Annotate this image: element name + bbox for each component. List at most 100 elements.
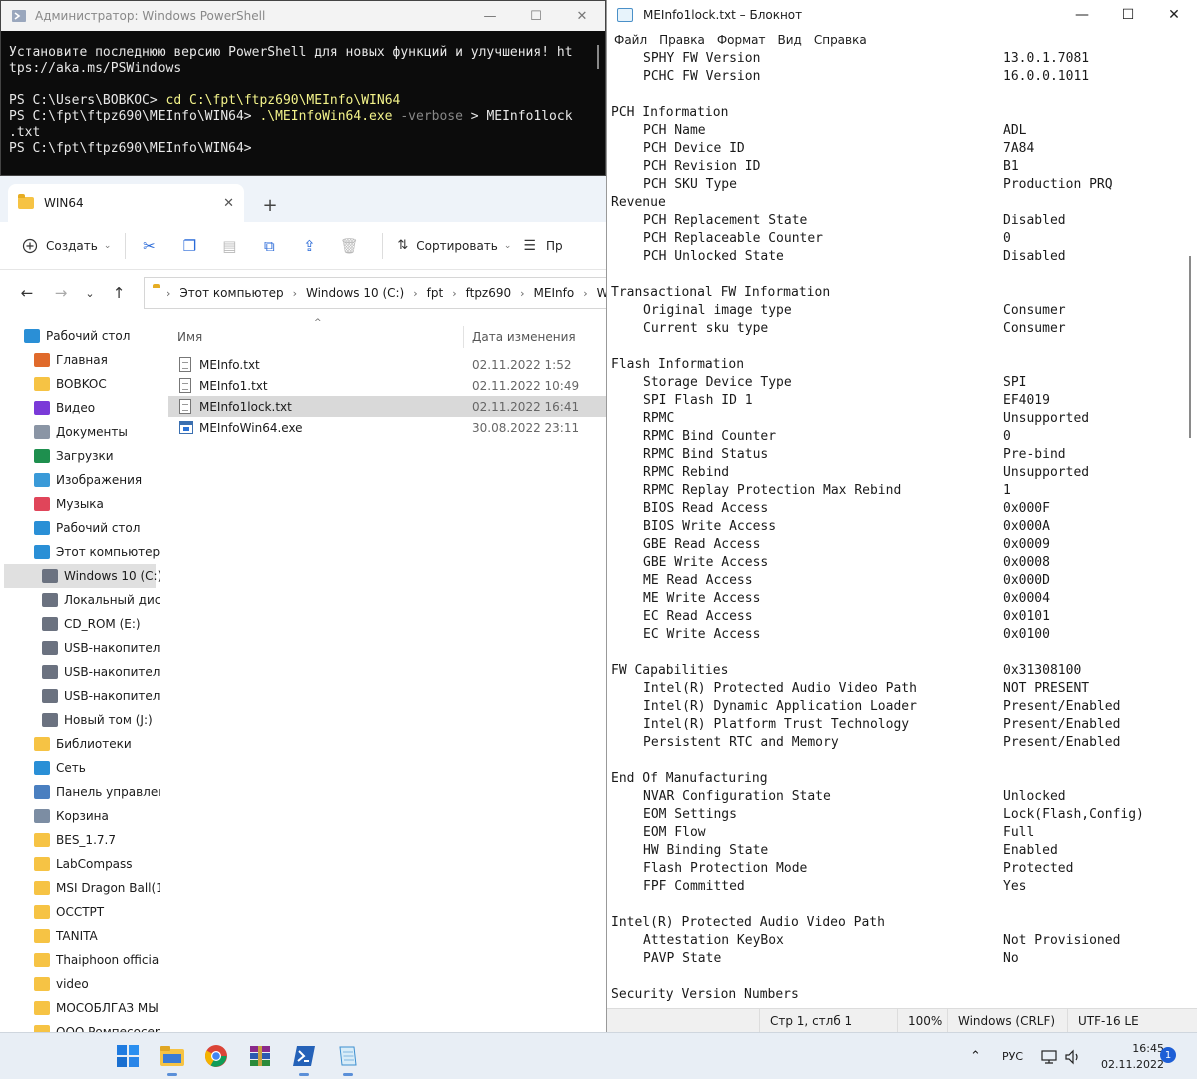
sidebar-item[interactable]: Главная	[0, 348, 160, 372]
maximize-button[interactable]: ☐	[513, 1, 559, 31]
notepad-titlebar[interactable]: MEInfo1lock.txt – Блокнот — ☐ ✕	[607, 0, 1197, 30]
sidebar-item[interactable]: ООО Ромпесосер	[0, 1020, 160, 1032]
sidebar-item[interactable]: Музыка	[0, 492, 160, 516]
sidebar-item[interactable]: TANITA	[0, 924, 160, 948]
minimize-button[interactable]: —	[1059, 0, 1105, 30]
tab-win64[interactable]: WIN64 ✕	[8, 184, 244, 222]
powershell-window[interactable]: Администратор: Windows PowerShell — ☐ ✕ …	[0, 0, 606, 176]
close-tab-icon[interactable]: ✕	[223, 196, 234, 211]
forward-button[interactable]: →	[44, 278, 78, 308]
sidebar-item[interactable]: Новый том (J:)	[0, 708, 160, 732]
recent-locations-button[interactable]: ⌄	[78, 278, 102, 308]
breadcrumb-item[interactable]: MEInfo	[534, 286, 575, 300]
tray-chevron-icon[interactable]: ⌃	[970, 1033, 981, 1079]
maximize-button[interactable]: ☐	[1105, 0, 1151, 30]
sidebar-item[interactable]: Thaiphoon official	[0, 948, 160, 972]
menu-edit[interactable]: Правка	[653, 33, 711, 47]
sidebar-item[interactable]: MSI Dragon Ball(1.(	[0, 876, 160, 900]
sidebar-item[interactable]: Локальный диск	[0, 588, 160, 612]
folder-icon	[34, 833, 50, 847]
sidebar-item[interactable]: BOBKOC	[0, 372, 160, 396]
sidebar-item[interactable]: Windows 10 (C:)	[4, 564, 160, 588]
file-row[interactable]: MEInfo1.txt 02.11.2022 10:49	[168, 375, 606, 396]
column-header-date[interactable]: Дата изменения	[463, 326, 576, 348]
paste-icon[interactable]: ▤	[214, 230, 244, 262]
file-name-cell: MEInfo.txt	[168, 357, 464, 372]
sidebar-item[interactable]: OCCTPT	[0, 900, 160, 924]
start-button[interactable]	[112, 1041, 144, 1071]
language-indicator[interactable]: РУС	[1002, 1033, 1023, 1079]
vertical-scrollbar[interactable]	[1189, 256, 1191, 438]
close-button[interactable]: ✕	[1151, 0, 1197, 30]
column-header-name[interactable]: Имя	[168, 330, 463, 344]
field-name: Intel(R) Platform Trust Technology	[643, 717, 910, 732]
taskbar-notepad[interactable]	[332, 1041, 364, 1076]
back-button[interactable]: ←	[10, 278, 44, 308]
sidebar-item[interactable]: Изображения	[0, 468, 160, 492]
breadcrumb-item[interactable]: Этот компьютер	[179, 286, 283, 300]
sidebar-item[interactable]: Видео	[0, 396, 160, 420]
file-row[interactable]: MEInfoWin64.exe 30.08.2022 23:11	[168, 417, 606, 438]
breadcrumb-item[interactable]: ftpz690	[466, 286, 512, 300]
menu-file[interactable]: Файл	[608, 33, 653, 47]
field-value: 0	[1003, 429, 1011, 444]
cut-icon[interactable]: ✂	[134, 230, 164, 262]
sidebar-item[interactable]: BES_1.7.7	[0, 828, 160, 852]
taskbar-explorer[interactable]	[156, 1041, 188, 1076]
file-list[interactable]: ^ Имя Дата изменения MEInfo.txt 02.11.202…	[168, 318, 606, 1032]
sidebar-item[interactable]: Рабочий стол	[0, 324, 160, 348]
breadcrumb-item[interactable]: WIN64	[597, 286, 606, 300]
copy-icon[interactable]: ❐	[174, 230, 204, 262]
menu-view[interactable]: Вид	[772, 33, 808, 47]
delete-icon[interactable]: 🗑	[334, 230, 364, 262]
powershell-console[interactable]: Установите последнюю версию PowerShell д…	[1, 31, 605, 157]
powershell-titlebar[interactable]: Администратор: Windows PowerShell — ☐ ✕	[1, 1, 605, 31]
sidebar-item[interactable]: USB-накопитель	[0, 636, 160, 660]
sidebar-item[interactable]: Корзина	[0, 804, 160, 828]
file-row[interactable]: MEInfo1lock.txt 02.11.2022 16:41	[168, 396, 606, 417]
create-button[interactable]: Создать ⌄	[16, 230, 117, 262]
clock[interactable]: 16:45 02.11.2022	[1092, 1041, 1164, 1073]
menu-format[interactable]: Формат	[711, 33, 772, 47]
sort-button[interactable]: ⇅ Сортировать ⌄	[391, 230, 517, 262]
sidebar-item[interactable]: Загрузки	[0, 444, 160, 468]
breadcrumb[interactable]: › Этот компьютер › Windows 10 (C:) › fpt…	[144, 277, 606, 309]
sidebar-item[interactable]: Библиотеки	[0, 732, 160, 756]
sidebar-item[interactable]: Документы	[0, 420, 160, 444]
text-area[interactable]: SPHY FW Version 13.0.1.7081 PCHC FW Versio…	[611, 50, 1183, 1002]
sidebar-item[interactable]: CD_ROM (E:)	[0, 612, 160, 636]
up-button[interactable]: ↑	[102, 278, 136, 308]
powershell-scrollbar[interactable]	[597, 45, 599, 69]
rename-icon[interactable]: ⧉	[254, 230, 284, 262]
notification-badge[interactable]: 1	[1160, 1047, 1176, 1063]
close-button[interactable]: ✕	[559, 1, 605, 31]
taskbar-chrome[interactable]	[200, 1041, 232, 1071]
new-tab-button[interactable]: +	[252, 188, 288, 222]
sidebar-item[interactable]: Рабочий стол	[0, 516, 160, 540]
pictures-icon	[34, 473, 50, 487]
sidebar-item[interactable]: USB-накопитель	[0, 684, 160, 708]
explorer-window[interactable]: WIN64 ✕ + Создать ⌄ ✂ ❐ ▤ ⧉ ⇪ 🗑 ⇅ Сортир…	[0, 176, 606, 1032]
navigation-pane[interactable]: Рабочий стол Главная BOBKOC Видео Документы З…	[0, 324, 160, 1032]
share-icon[interactable]: ⇪	[294, 230, 324, 262]
sidebar-item[interactable]: Сеть	[0, 756, 160, 780]
taskbar-powershell[interactable]	[288, 1041, 320, 1076]
field-name: BIOS Read Access	[643, 501, 769, 516]
sidebar-item[interactable]: USB-накопитель	[0, 660, 160, 684]
network-icon[interactable]	[1040, 1033, 1058, 1079]
sidebar-item[interactable]: Этот компьютер	[0, 540, 160, 564]
sidebar-item[interactable]: video	[0, 972, 160, 996]
notepad-window[interactable]: MEInfo1lock.txt – Блокнот — ☐ ✕ Файл Пра…	[606, 0, 1197, 1033]
view-button[interactable]: ☰ Пр	[517, 230, 568, 262]
field-value: 0	[1003, 231, 1011, 246]
menu-help[interactable]: Справка	[808, 33, 873, 47]
breadcrumb-item[interactable]: Windows 10 (C:)	[306, 286, 404, 300]
taskbar-winrar[interactable]	[244, 1041, 276, 1071]
volume-icon[interactable]	[1064, 1033, 1082, 1079]
sidebar-item[interactable]: МОСОБЛГАЗ МЫ 2	[0, 996, 160, 1020]
sidebar-item[interactable]: Панель управлени	[0, 780, 160, 804]
minimize-button[interactable]: —	[467, 1, 513, 31]
sidebar-item[interactable]: LabCompass	[0, 852, 160, 876]
breadcrumb-item[interactable]: fpt	[427, 286, 444, 300]
file-row[interactable]: MEInfo.txt 02.11.2022 1:52	[168, 354, 606, 375]
